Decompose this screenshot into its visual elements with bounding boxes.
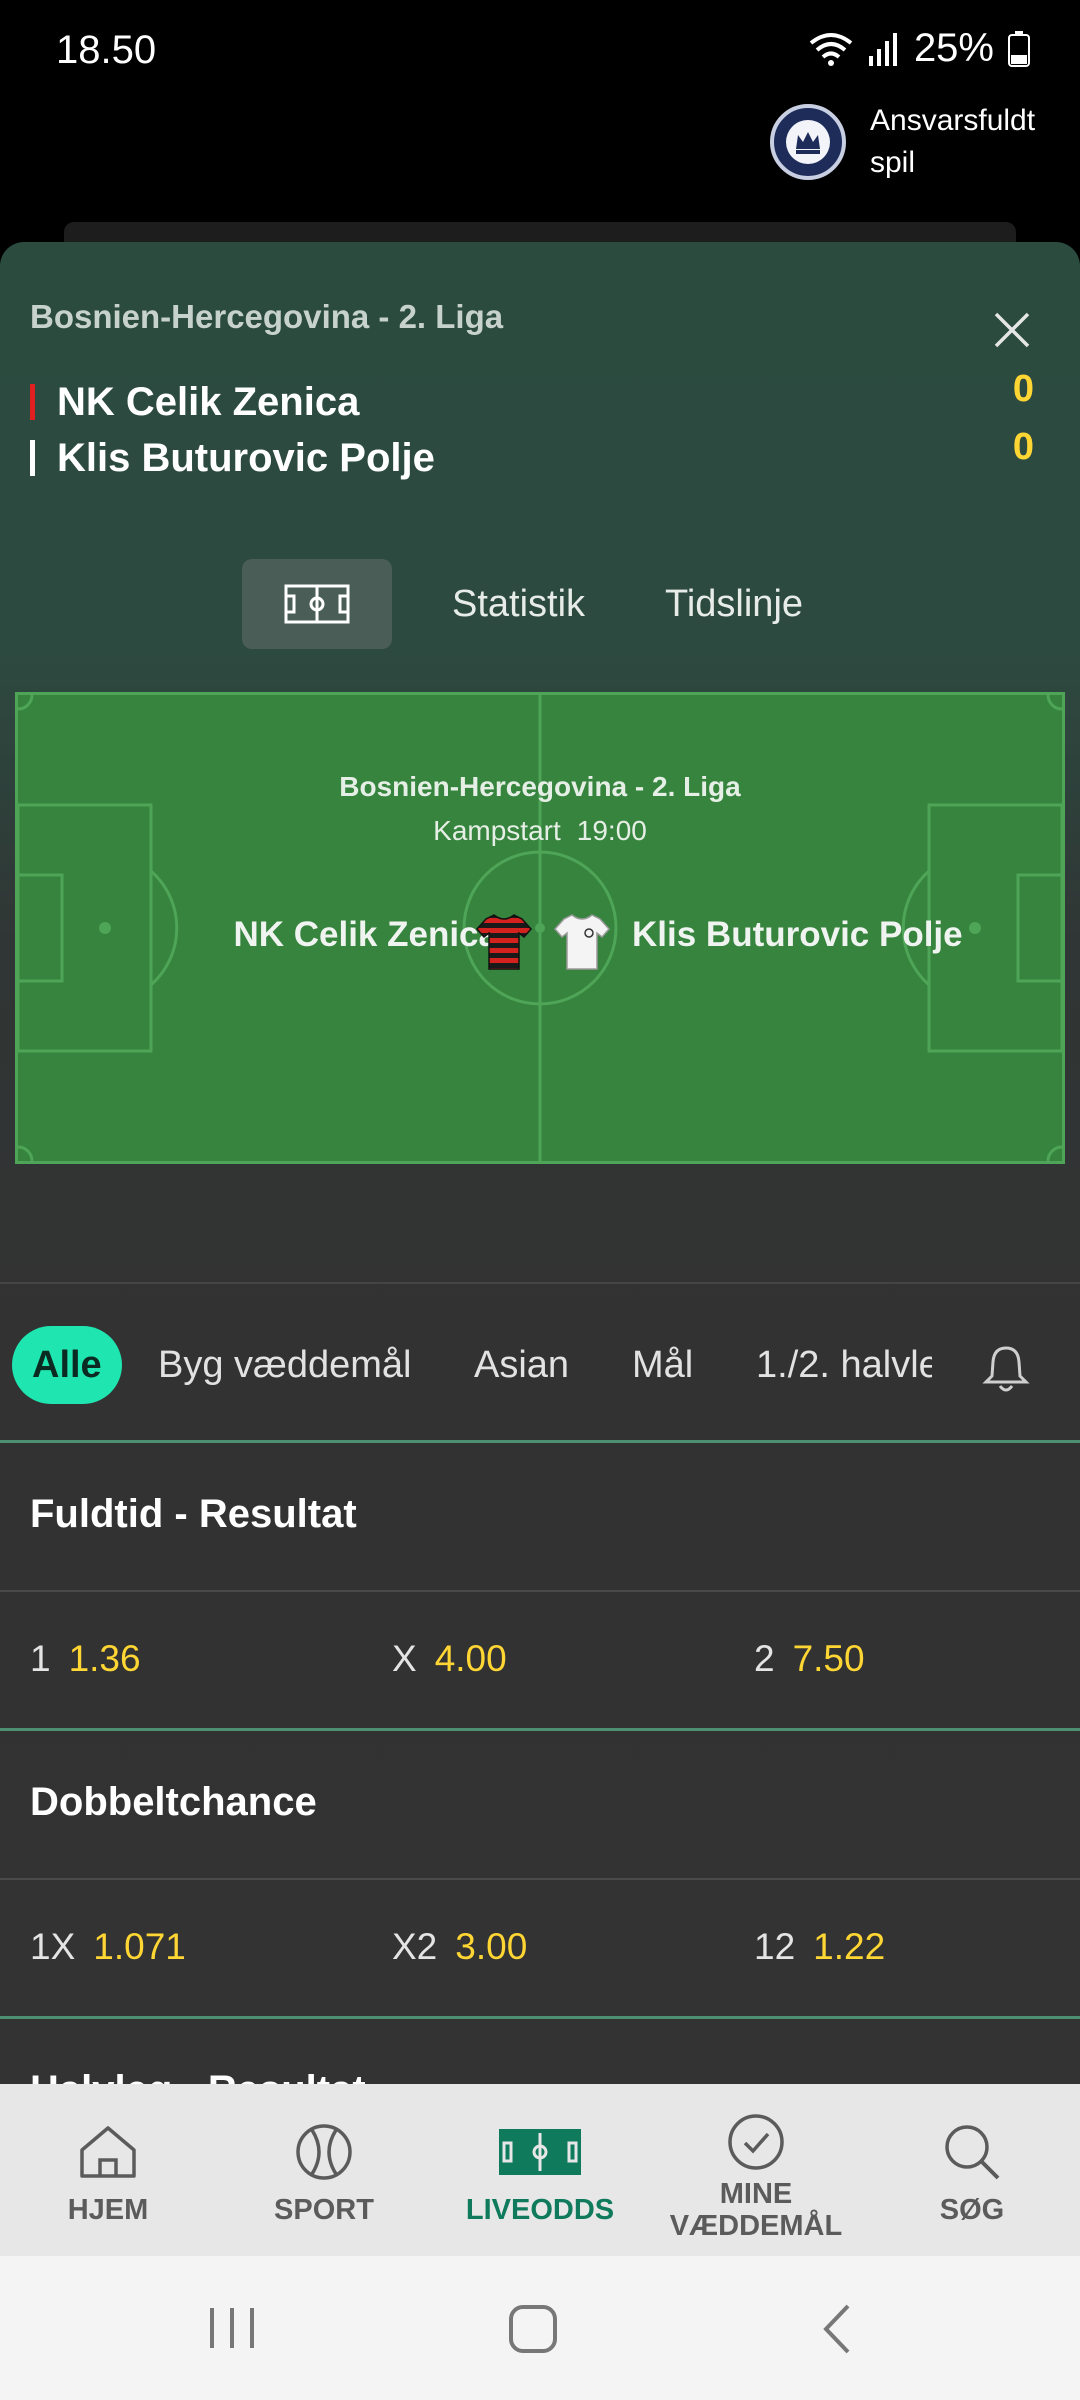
battery-icon (1008, 30, 1030, 67)
away-team-row: Klis Buturovic Polje (30, 432, 435, 484)
home-color-bar (30, 384, 35, 420)
bottom-nav: HJEM SPORT LIVEODDS MINE VÆDDEMÅL SØG (0, 2084, 1080, 2256)
odds-value: 3.00 (455, 1926, 528, 1967)
odds-button-fulltime-x[interactable]: X 4.00 (392, 1638, 507, 1680)
odds-button-dc-x2[interactable]: X2 3.00 (392, 1926, 527, 1968)
home-team-row: NK Celik Zenica (30, 376, 359, 428)
odds-value: 1.22 (813, 1926, 886, 1967)
filter-chip-asian[interactable]: Asian (474, 1326, 569, 1404)
odds-label: X2 (392, 1926, 438, 1967)
odds-value: 4.00 (434, 1638, 507, 1679)
filter-chip-halves[interactable]: 1./2. halvleg (756, 1326, 932, 1404)
home-shirt-icon (476, 914, 532, 970)
signal-icon (868, 32, 897, 66)
kickoff-label: Kampstart (433, 815, 561, 846)
pitch-home-team: NK Celik Zenica (233, 915, 498, 954)
odds-value: 1.36 (68, 1638, 141, 1679)
pitch-visual: Bosnien-Hercegovina - 2. Liga Kampstart 1… (15, 692, 1065, 1164)
market-filters: Alle Byg væddemål Asian Mål 1./2. halvle… (0, 1282, 1080, 1442)
nav-search-label: SØG (939, 2194, 1005, 2226)
pitch-away-team: Klis Buturovic Polje (632, 915, 963, 954)
search-icon (945, 2125, 1000, 2180)
tab-timeline[interactable]: Tidslinje (665, 583, 803, 626)
pitch-icon (499, 2129, 581, 2175)
odds-label: 12 (754, 1926, 796, 1967)
home-team-name: NK Celik Zenica (57, 379, 360, 424)
recent-apps-icon[interactable] (206, 2304, 258, 2352)
nav-sport[interactable]: SPORT (216, 2084, 432, 2256)
market-divider (0, 1590, 1080, 1592)
crown-logo-icon (770, 104, 846, 180)
away-color-bar (30, 440, 35, 476)
filter-divider (0, 1440, 1080, 1443)
market-divider (0, 1878, 1080, 1880)
filter-chip-goals[interactable]: Mål (632, 1326, 693, 1404)
nav-home-label: HJEM (67, 2194, 149, 2226)
bell-icon[interactable] (980, 1344, 1032, 1394)
status-time: 18.50 (56, 28, 157, 72)
close-icon (994, 312, 1030, 348)
nav-liveodds[interactable]: LIVEODDS (432, 2084, 648, 2256)
wifi-icon (809, 32, 853, 66)
nav-search[interactable]: SØG (864, 2084, 1080, 2256)
responsible-gaming-label: Ansvarsfuldt spil (870, 104, 1036, 179)
kickoff-info: Kampstart 19:00 (18, 815, 1062, 847)
nav-liveodds-label: LIVEODDS (465, 2194, 615, 2226)
nav-sport-label: SPORT (274, 2194, 374, 2226)
league-name: Bosnien-Hercegovina - 2. Liga (30, 298, 504, 335)
tab-statistics[interactable]: Statistik (452, 583, 585, 626)
odds-label: 1 (30, 1638, 51, 1679)
odds-value: 7.50 (792, 1638, 865, 1679)
odds-button-dc-1x[interactable]: 1X 1.071 (30, 1926, 186, 1968)
ball-icon (296, 2124, 352, 2180)
odds-label: X (392, 1638, 417, 1679)
market-separator (0, 1728, 1080, 1731)
filter-chip-build-bet[interactable]: Byg væddemål (158, 1326, 411, 1404)
odds-label: 1X (30, 1926, 76, 1967)
pitch-league-name: Bosnien-Hercegovina - 2. Liga (339, 771, 741, 802)
home-icon (80, 2126, 136, 2178)
close-button[interactable] (984, 302, 1040, 358)
event-sheet: Bosnien-Hercegovina - 2. Liga NK Celik Z… (0, 242, 1080, 2085)
away-shirt-icon (554, 914, 610, 970)
back-icon[interactable] (818, 2302, 854, 2356)
sheet-backdrop (64, 222, 1016, 242)
odds-button-fulltime-2[interactable]: 2 7.50 (754, 1638, 865, 1680)
odds-label: 2 (754, 1638, 775, 1679)
market-title-fulltime: Fuldtid - Resultat (30, 1492, 357, 1536)
battery-percent: 25% (913, 26, 994, 70)
home-score: 0 (1012, 368, 1034, 410)
responsible-gaming[interactable]: Ansvarsfuldt spil (770, 100, 1050, 184)
check-circle-icon (728, 2114, 784, 2170)
odds-button-fulltime-1[interactable]: 1 1.36 (30, 1638, 141, 1680)
away-team-name: Klis Buturovic Polje (57, 435, 435, 480)
filter-chip-all[interactable]: Alle (12, 1326, 122, 1404)
system-nav-bar (0, 2256, 1080, 2400)
view-tabs: Statistik Tidslinje (242, 558, 803, 650)
nav-home[interactable]: HJEM (0, 2084, 216, 2256)
market-title-double-chance: Dobbeltchance (30, 1780, 317, 1824)
away-score: 0 (1012, 426, 1034, 468)
status-icons: 25% (808, 26, 1030, 71)
market-title-halftime: Halvleg - Resultat (30, 2068, 366, 2085)
pitch-icon (284, 584, 350, 624)
odds-button-dc-12[interactable]: 12 1.22 (754, 1926, 885, 1968)
odds-value: 1.071 (93, 1926, 186, 1967)
kickoff-time: 19:00 (576, 815, 647, 846)
nav-my-bets-label: MINE VÆDDEMÅL (669, 2178, 843, 2242)
tab-pitch[interactable] (242, 559, 392, 649)
market-separator (0, 2016, 1080, 2019)
nav-my-bets[interactable]: MINE VÆDDEMÅL (648, 2084, 864, 2256)
home-button-icon[interactable] (508, 2304, 558, 2354)
status-bar: 18.50 25% (0, 0, 1080, 100)
